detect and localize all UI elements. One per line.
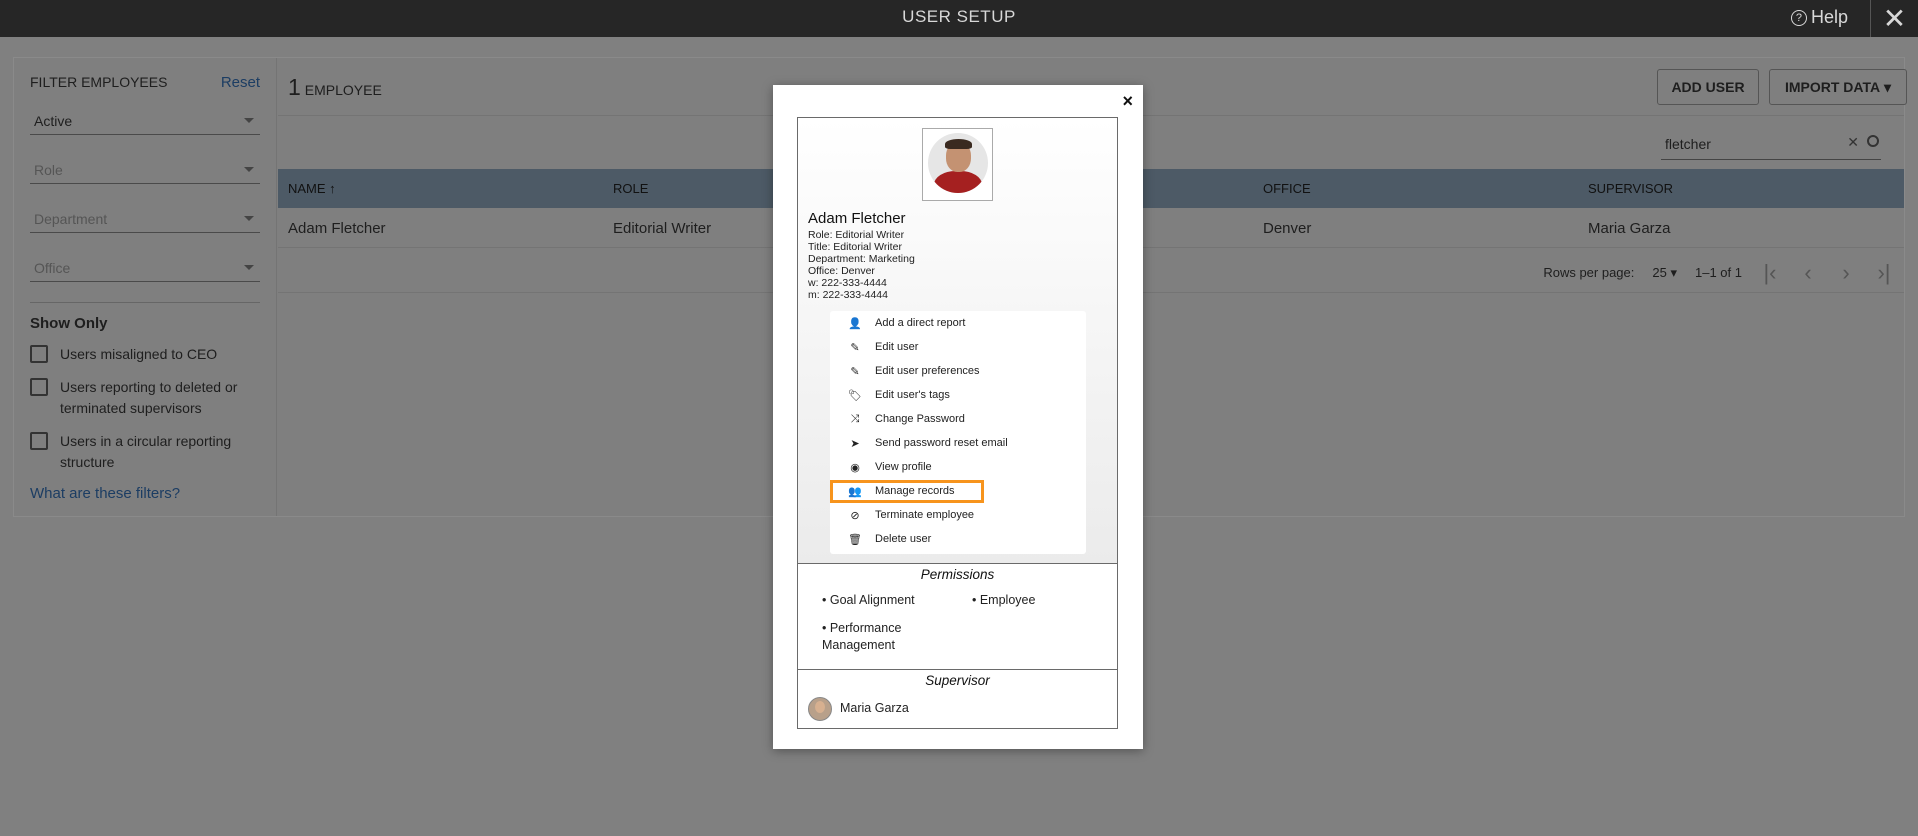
info-role: Role: Editorial Writer — [808, 229, 905, 241]
user-card-header: Adam Fletcher Role: Editorial Writer Tit… — [798, 118, 1117, 564]
column-name[interactable]: NAME ↑ — [278, 169, 603, 208]
reset-link[interactable]: Reset — [221, 74, 260, 91]
clear-icon[interactable]: ✕ — [1847, 134, 1859, 151]
permission-item: • Performance Management — [822, 621, 902, 652]
menu-item-delete[interactable]: 🗑 Delete user — [830, 527, 1086, 551]
permissions-section: Permissions • Goal Alignment • Employee … — [798, 564, 1117, 670]
menu-item-add-direct-report[interactable]: 👤 Add a direct report — [830, 311, 1086, 335]
rows-per-page-label: Rows per page: — [1543, 265, 1635, 280]
search-icon[interactable] — [1867, 135, 1879, 147]
edit-icon: ✎ — [850, 365, 860, 378]
employee-count: 1 EMPLOYEE — [288, 74, 382, 101]
filter-sidebar: FILTER EMPLOYEES Reset Active Role Depar… — [14, 58, 277, 516]
user-card-modal: × Adam Fletcher Role: Editorial Writer T… — [773, 85, 1143, 749]
user-icon: 👤 — [848, 317, 862, 330]
checkbox-label: Users reporting to deleted or terminated… — [60, 379, 238, 416]
shuffle-icon: ⤨ — [850, 412, 860, 425]
supervisor-name[interactable]: Maria Garza — [840, 701, 909, 715]
menu-item-edit-tags[interactable]: 🏷 Edit user's tags — [830, 383, 1086, 407]
actions-menu: 👤 Add a direct report ✎ Edit user ✎ Edit us… — [830, 311, 1086, 554]
info-mobile-phone: m: 222-333-4444 — [808, 289, 888, 301]
office-select[interactable]: Office — [30, 252, 260, 282]
permission-item: • Employee — [972, 593, 1036, 607]
close-icon[interactable]: ✕ — [1870, 0, 1918, 37]
filter-heading: FILTER EMPLOYEES — [30, 74, 168, 90]
tags-icon: 🏷 — [848, 389, 862, 402]
rows-per-page-select[interactable]: 25 ▾ — [1652, 265, 1677, 281]
column-supervisor[interactable]: SUPERVISOR — [1578, 169, 1903, 208]
import-data-button[interactable]: IMPORT DATA ▾ — [1769, 69, 1907, 105]
checkbox-box[interactable] — [30, 432, 48, 450]
info-office: Office: Denver — [808, 265, 875, 277]
count-number: 1 — [288, 74, 301, 100]
search-input[interactable]: fletcher ✕ — [1661, 128, 1881, 160]
first-page-icon[interactable]: |‹ — [1760, 260, 1780, 286]
role-select[interactable]: Role — [30, 154, 260, 184]
menu-item-manage-records[interactable]: 👥 Manage records — [830, 479, 1086, 503]
supervisor-heading: Supervisor — [925, 673, 990, 688]
add-user-button[interactable]: ADD USER — [1657, 69, 1759, 105]
trash-icon: 🗑 — [848, 533, 862, 546]
checkbox-box[interactable] — [30, 345, 48, 363]
last-page-icon[interactable]: ›| — [1874, 260, 1894, 286]
page-title: USER SETUP — [902, 7, 1016, 26]
range-label: 1–1 of 1 — [1695, 265, 1742, 280]
send-icon: ➤ — [850, 437, 860, 450]
status-select[interactable]: Active — [30, 105, 260, 135]
avatar — [922, 128, 993, 201]
column-office[interactable]: OFFICE — [1253, 169, 1578, 208]
highlight-box — [830, 480, 984, 503]
permission-item: • Goal Alignment — [822, 593, 915, 607]
info-department: Department: Marketing — [808, 253, 915, 265]
checkbox-circular[interactable]: Users in a circular reporting structure — [30, 431, 260, 473]
info-title: Title: Editorial Writer — [808, 241, 902, 253]
edit-icon: ✎ — [850, 341, 860, 354]
count-label: EMPLOYEE — [304, 82, 382, 98]
help-label: Help — [1810, 7, 1848, 27]
supervisor-avatar — [808, 697, 832, 721]
menu-item-change-password[interactable]: ⤨ Change Password — [830, 407, 1086, 431]
eye-icon: ◉ — [850, 461, 860, 474]
menu-item-edit-user[interactable]: ✎ Edit user — [830, 335, 1086, 359]
search-value: fletcher — [1665, 136, 1711, 152]
checkbox-misaligned[interactable]: Users misaligned to CEO — [30, 344, 260, 365]
help-link[interactable]: ? Help — [1790, 7, 1848, 28]
question-icon: ? — [1790, 9, 1807, 26]
cell-supervisor: Maria Garza — [1588, 220, 1671, 237]
user-name: Adam Fletcher — [808, 210, 906, 227]
supervisor-section: Supervisor Maria Garza — [798, 670, 1117, 728]
user-card: Adam Fletcher Role: Editorial Writer Tit… — [797, 117, 1118, 729]
menu-item-view-profile[interactable]: ◉ View profile — [830, 455, 1086, 479]
user-info: Role: Editorial Writer Title: Editorial … — [808, 229, 915, 301]
cell-office: Denver — [1263, 220, 1312, 237]
checkbox-deleted-supervisors[interactable]: Users reporting to deleted or terminated… — [30, 377, 260, 419]
menu-item-edit-preferences[interactable]: ✎ Edit user preferences — [830, 359, 1086, 383]
prev-page-icon[interactable]: ‹ — [1798, 260, 1818, 286]
checkbox-box[interactable] — [30, 378, 48, 396]
department-select[interactable]: Department — [30, 203, 260, 233]
info-work-phone: w: 222-333-4444 — [808, 277, 887, 289]
checkbox-label: Users misaligned to CEO — [60, 346, 218, 362]
cell-name: Adam Fletcher — [288, 220, 386, 237]
permissions-heading: Permissions — [920, 567, 995, 582]
checkbox-label: Users in a circular reporting structure — [60, 433, 232, 470]
menu-item-terminate[interactable]: ⊘ Terminate employee — [830, 503, 1086, 527]
show-only-label: Show Only — [30, 315, 108, 332]
modal-close-icon[interactable]: × — [1122, 91, 1133, 112]
filters-help-link[interactable]: What are these filters? — [30, 485, 260, 502]
menu-item-send-reset-email[interactable]: ➤ Send password reset email — [830, 431, 1086, 455]
ban-icon: ⊘ — [850, 509, 860, 522]
divider — [30, 302, 260, 303]
import-label: IMPORT DATA — [1784, 79, 1881, 95]
next-page-icon[interactable]: › — [1836, 260, 1856, 286]
top-bar: USER SETUP ? Help ✕ — [0, 0, 1918, 37]
